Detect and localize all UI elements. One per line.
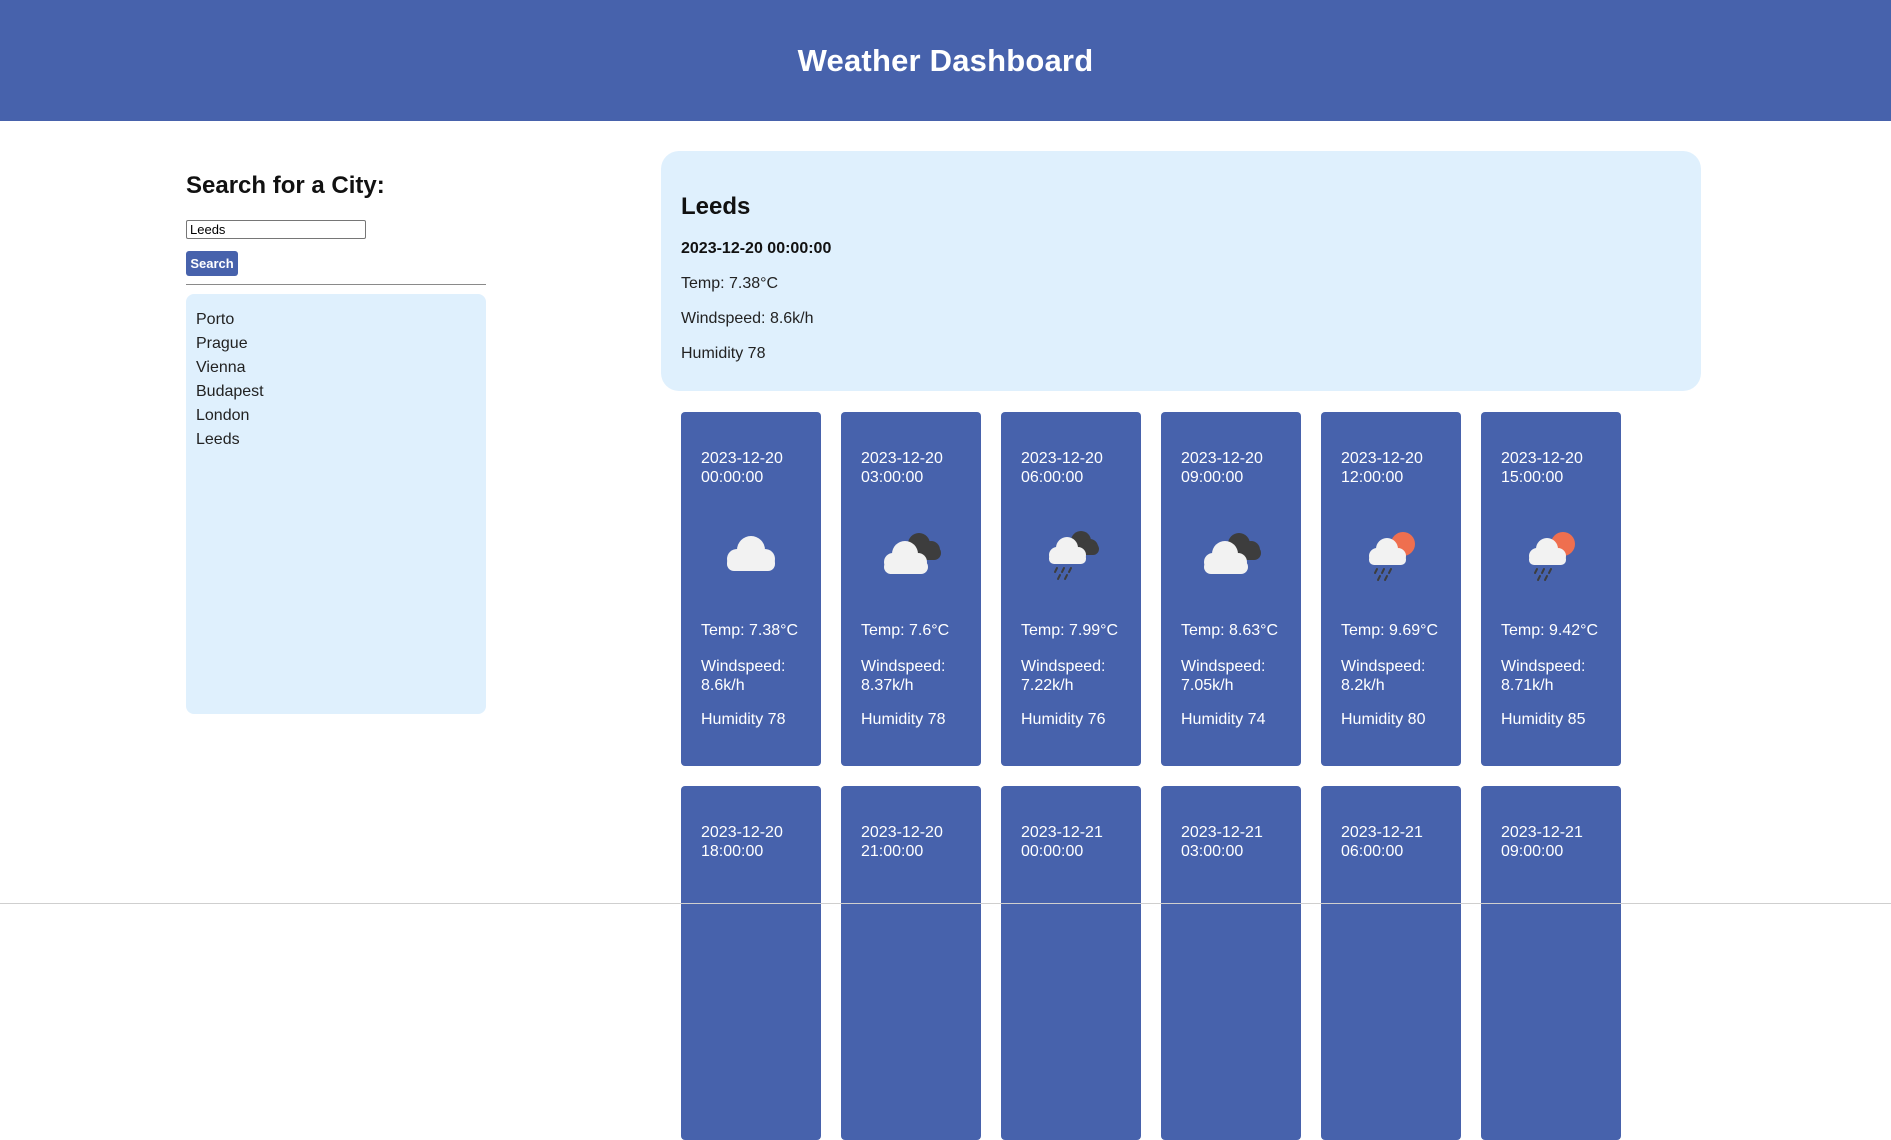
- current-humidity: Humidity 78: [681, 345, 766, 362]
- page-title: Weather Dashboard: [797, 42, 1094, 78]
- forecast-temp: Temp: 9.42°C: [1501, 622, 1599, 639]
- broken-clouds-icon: [884, 533, 941, 574]
- current-temp: Temp: 7.38°C: [681, 275, 779, 292]
- forecast-date: 2023-12-20 12:00:00: [1341, 450, 1423, 486]
- history-item-budapest[interactable]: Budapest: [196, 380, 476, 404]
- forecast-windspeed: Windspeed: 8.6k/h: [701, 658, 786, 694]
- forecast-humidity: Humidity 74: [1181, 711, 1266, 728]
- forecast-windspeed: Windspeed: 8.37k/h: [861, 658, 946, 694]
- forecast-card: 2023-12-20 15:00:00 Temp: 9.42°C Windspe…: [1481, 412, 1621, 766]
- rain-sun-icon: [1529, 532, 1575, 581]
- search-title: Search for a City:: [186, 172, 385, 199]
- forecast-temp: Temp: 7.99°C: [1021, 622, 1119, 639]
- forecast-date: 2023-12-20 21:00:00: [861, 824, 943, 860]
- rain-sun-icon: [1369, 532, 1415, 581]
- forecast-card: 2023-12-21 00:00:00: [1001, 786, 1141, 1140]
- forecast-humidity: Humidity 85: [1501, 711, 1586, 728]
- forecast-windspeed: Windspeed: 8.2k/h: [1341, 658, 1426, 694]
- forecast-date: 2023-12-20 06:00:00: [1021, 450, 1103, 486]
- divider: [186, 284, 486, 285]
- forecast-card: 2023-12-21 06:00:00: [1321, 786, 1461, 1140]
- forecast-windspeed: Windspeed: 7.22k/h: [1021, 658, 1106, 694]
- forecast-date: 2023-12-21 03:00:00: [1181, 824, 1263, 860]
- history-item-vienna[interactable]: Vienna: [196, 356, 476, 380]
- forecast-temp: Temp: 9.69°C: [1341, 622, 1439, 639]
- forecast-card: 2023-12-20 21:00:00: [841, 786, 981, 1140]
- forecast-card: 2023-12-20 03:00:00 Temp: 7.6°C Windspee…: [841, 412, 981, 766]
- forecast-card: 2023-12-21 09:00:00: [1481, 786, 1621, 1140]
- search-history: Porto Prague Vienna Budapest London Leed…: [186, 294, 486, 714]
- current-windspeed: Windspeed: 8.6k/h: [681, 310, 814, 327]
- forecast-temp: Temp: 7.6°C: [861, 622, 950, 639]
- current-date: 2023-12-20 00:00:00: [681, 240, 832, 257]
- cloud-icon: [727, 536, 775, 571]
- forecast-windspeed: Windspeed: 8.71k/h: [1501, 658, 1586, 694]
- current-weather-panel: Leeds 2023-12-20 00:00:00 Temp: 7.38°C W…: [661, 151, 1701, 391]
- forecast-humidity: Humidity 78: [701, 711, 786, 728]
- history-item-prague[interactable]: Prague: [196, 332, 476, 356]
- history-item-leeds[interactable]: Leeds: [196, 428, 476, 452]
- forecast-humidity: Humidity 80: [1341, 711, 1426, 728]
- forecast-temp: Temp: 7.38°C: [701, 622, 799, 639]
- forecast-date: 2023-12-21 00:00:00: [1021, 824, 1103, 860]
- forecast-card: 2023-12-20 18:00:00: [681, 786, 821, 1140]
- forecast-card: 2023-12-20 06:00:00 Temp: 7.99°C Windspe…: [1001, 412, 1141, 766]
- city-search-input[interactable]: [186, 220, 366, 239]
- forecast-date: 2023-12-20 00:00:00: [701, 450, 783, 486]
- forecast-date: 2023-12-20 03:00:00: [861, 450, 943, 486]
- forecast-windspeed: Windspeed: 7.05k/h: [1181, 658, 1266, 694]
- forecast-card: 2023-12-20 09:00:00 Temp: 8.63°C Windspe…: [1161, 412, 1301, 766]
- forecast-date: 2023-12-20 09:00:00: [1181, 450, 1263, 486]
- forecast-humidity: Humidity 76: [1021, 711, 1106, 728]
- broken-clouds-icon: [1204, 533, 1261, 574]
- forecast-date: 2023-12-20 18:00:00: [701, 824, 783, 860]
- forecast-date: 2023-12-21 09:00:00: [1501, 824, 1583, 860]
- current-city: Leeds: [681, 193, 751, 220]
- rain-night-icon: [1049, 531, 1099, 580]
- forecast-date: 2023-12-20 15:00:00: [1501, 450, 1583, 486]
- history-item-london[interactable]: London: [196, 404, 476, 428]
- history-item-porto[interactable]: Porto: [196, 308, 476, 332]
- forecast-temp: Temp: 8.63°C: [1181, 622, 1279, 639]
- forecast-card: 2023-12-20 00:00:00 Temp: 7.38°C Windspe…: [681, 412, 821, 766]
- search-button[interactable]: Search: [186, 251, 238, 276]
- forecast-card: 2023-12-20 12:00:00 Temp: 9.69°C Windspe…: [1321, 412, 1461, 766]
- forecast-card: 2023-12-21 03:00:00: [1161, 786, 1301, 1140]
- forecast-date: 2023-12-21 06:00:00: [1341, 824, 1423, 860]
- forecast-humidity: Humidity 78: [861, 711, 946, 728]
- app-header: Weather Dashboard: [0, 0, 1891, 121]
